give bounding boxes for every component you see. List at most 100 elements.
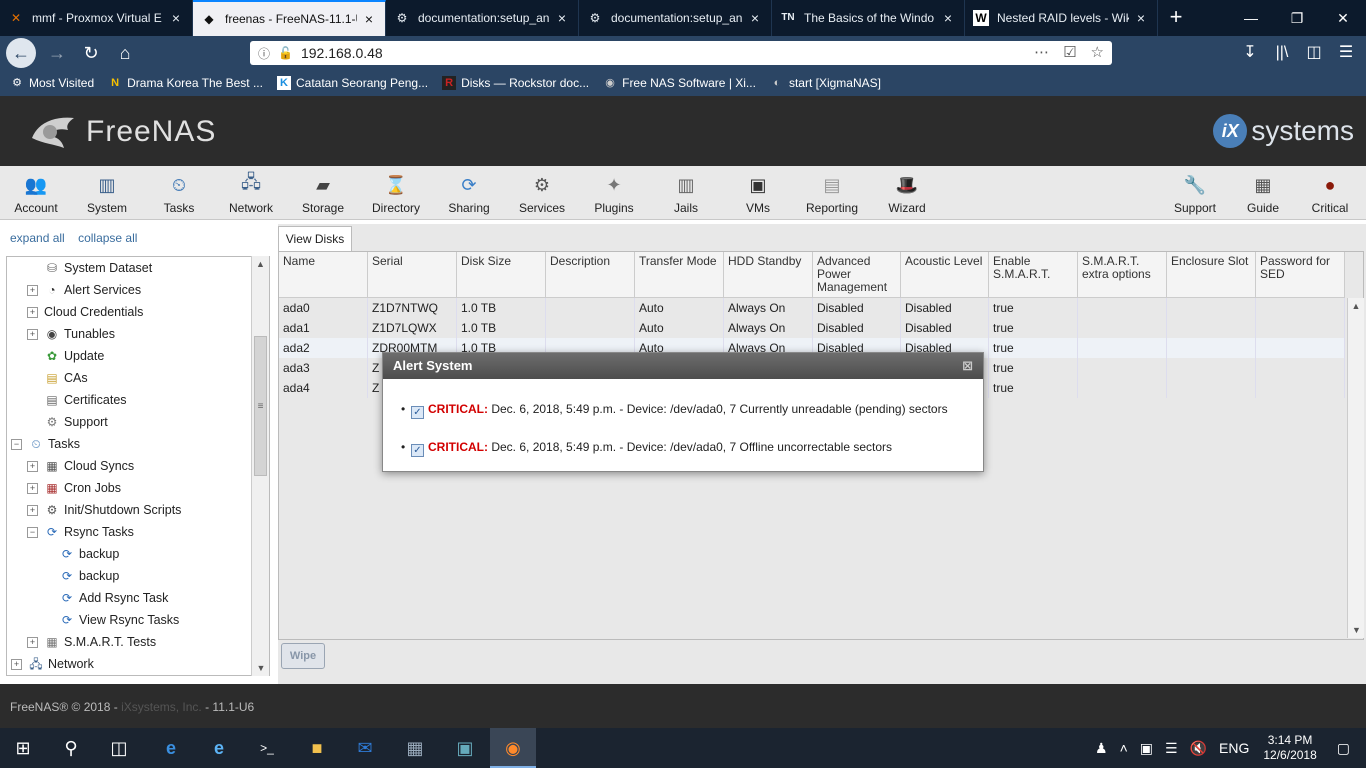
expand-icon[interactable]: + xyxy=(27,460,38,472)
toolbar-support-button[interactable]: 🔧 Support xyxy=(1159,172,1231,216)
bookmark-item[interactable]: R Disks — Rockstor doc... xyxy=(442,76,589,90)
insecure-lock-icon[interactable]: 🔓 xyxy=(278,46,293,60)
browser-tab[interactable]: ✕ mmf - Proxmox Virtual E × xyxy=(0,0,193,36)
tree-item[interactable]: − ⟳ Rsync Tasks xyxy=(27,521,134,543)
internet-explorer-icon[interactable]: e xyxy=(196,728,242,768)
pocket-icon[interactable]: ☑ xyxy=(1063,43,1076,61)
people-icon[interactable]: ♟ xyxy=(1095,740,1108,757)
browser-tab[interactable]: ⚙ documentation:setup_an × xyxy=(579,0,772,36)
restore-icon[interactable]: ❐ xyxy=(1274,0,1320,36)
grid-scrollbar[interactable]: ▲ ▼ xyxy=(1347,298,1364,638)
toolbar-tasks-button[interactable]: ⏲ Tasks xyxy=(143,172,215,216)
freenas-logo[interactable]: FreeNAS xyxy=(28,112,216,152)
expand-icon[interactable]: + xyxy=(27,328,38,340)
back-button[interactable]: ← xyxy=(6,38,36,68)
menu-icon[interactable]: ☰ xyxy=(1330,36,1362,70)
tree-item[interactable]: ⟳ Add Rsync Task xyxy=(59,587,168,609)
scroll-up-arrow[interactable]: ▲ xyxy=(1348,298,1364,314)
wipe-button[interactable]: Wipe xyxy=(281,643,325,669)
expand-icon[interactable]: + xyxy=(27,636,38,648)
tree-scrollbar[interactable]: ▲ ≡ ▼ xyxy=(251,256,269,676)
expand-icon[interactable]: + xyxy=(27,306,38,318)
close-icon[interactable]: ⊠ xyxy=(962,353,973,379)
file-explorer-icon[interactable]: ■ xyxy=(294,728,340,768)
tree-item[interactable]: + ▦ Cloud Syncs xyxy=(27,455,134,477)
tree-item[interactable]: + ◔ Alert Services xyxy=(27,279,141,301)
battery-icon[interactable]: ▣ xyxy=(1140,740,1153,757)
tree-item[interactable]: + ⚙ Init/Shutdown Scripts xyxy=(27,499,181,521)
network-app-icon[interactable]: ▦ xyxy=(392,728,438,768)
scroll-down-arrow[interactable]: ▼ xyxy=(1348,622,1365,638)
toolbar-vms-button[interactable]: ▣ VMs xyxy=(722,172,794,216)
column-header[interactable]: Enclosure Slot xyxy=(1167,252,1256,298)
close-tab-icon[interactable]: × xyxy=(747,10,763,26)
browser-tab[interactable]: ◆ freenas - FreeNAS-11.1-U × xyxy=(193,0,386,36)
column-header[interactable]: S.M.A.R.T. extra options xyxy=(1078,252,1167,298)
browser-tab[interactable]: ⚙ documentation:setup_an × xyxy=(386,0,579,36)
column-header[interactable]: Enable S.M.A.R.T. xyxy=(989,252,1078,298)
toolbar-storage-button[interactable]: ▰ Storage xyxy=(287,172,359,216)
bookmark-item[interactable]: ⚙ Most Visited xyxy=(10,76,94,90)
tree-item[interactable]: ▤ Certificates xyxy=(27,389,126,411)
minimize-icon[interactable]: — xyxy=(1228,0,1274,36)
url-bar[interactable]: ⓘ 🔓 192.168.0.48 ⋯ ☑ ☆ xyxy=(250,41,1112,65)
toolbar-services-button[interactable]: ⚙ Services xyxy=(506,172,578,216)
toolbar-plugins-button[interactable]: ✦ Plugins xyxy=(578,172,650,216)
tree-item[interactable]: ⛁ System Dataset xyxy=(27,257,152,279)
task-view-icon[interactable]: ◫ xyxy=(96,728,142,768)
column-header[interactable]: Advanced Power Management xyxy=(813,252,901,298)
wifi-icon[interactable]: ☰ xyxy=(1165,740,1178,757)
close-tab-icon[interactable]: × xyxy=(554,10,570,26)
scroll-down-arrow[interactable]: ▼ xyxy=(252,660,270,676)
command-prompt-icon[interactable]: >_ xyxy=(244,728,290,768)
outlook-icon[interactable]: ✉ xyxy=(342,728,388,768)
bookmark-item[interactable]: ◉ Free NAS Software | Xi... xyxy=(603,76,756,90)
home-button[interactable]: ⌂ xyxy=(108,36,142,70)
scroll-up-arrow[interactable]: ▲ xyxy=(252,256,269,272)
browser-tab[interactable]: W Nested RAID levels - Wiki × xyxy=(965,0,1158,36)
download-icon[interactable]: ↧ xyxy=(1234,36,1266,70)
tree-item[interactable]: + ▦ Cron Jobs xyxy=(27,477,121,499)
close-tab-icon[interactable]: × xyxy=(361,11,377,27)
alert-dialog-titlebar[interactable]: Alert System ⊠ xyxy=(383,353,983,379)
close-tab-icon[interactable]: × xyxy=(940,10,956,26)
language-indicator[interactable]: ENG xyxy=(1219,740,1249,756)
bookmark-star-icon[interactable]: ☆ xyxy=(1091,43,1104,61)
toolbar-critical-button[interactable]: ● Critical xyxy=(1294,172,1366,216)
url-text[interactable]: 192.168.0.48 xyxy=(301,45,383,61)
tree-item[interactable]: + ◉ Tunables xyxy=(27,323,115,345)
dismiss-checkbox[interactable]: ✓ xyxy=(411,444,424,457)
tree-item[interactable]: ⟳ backup xyxy=(59,565,119,587)
expand-icon[interactable]: + xyxy=(27,504,38,516)
table-row[interactable]: ada0 Z1D7NTWQ 1.0 TB Auto Always On Disabled D… xyxy=(279,298,1345,318)
dismiss-checkbox[interactable]: ✓ xyxy=(411,406,424,419)
column-header[interactable]: Description xyxy=(546,252,635,298)
toolbar-sharing-button[interactable]: ⟳ Sharing xyxy=(433,172,505,216)
column-header[interactable]: Password for SED xyxy=(1256,252,1345,298)
close-window-icon[interactable]: ✕ xyxy=(1320,0,1366,36)
scroll-thumb[interactable]: ≡ xyxy=(254,336,267,476)
vendor-link[interactable]: iXsystems, Inc. xyxy=(121,700,202,714)
toolbar-reporting-button[interactable]: ▤ Reporting xyxy=(796,172,868,216)
collapse-icon[interactable]: − xyxy=(11,438,22,450)
column-header[interactable]: Serial xyxy=(368,252,457,298)
collapse-all-link[interactable]: collapse all xyxy=(78,231,137,245)
close-tab-icon[interactable]: × xyxy=(168,10,184,26)
expand-icon[interactable]: + xyxy=(27,284,38,296)
toolbar-guide-button[interactable]: ▦ Guide xyxy=(1227,172,1299,216)
page-actions-icon[interactable]: ⋯ xyxy=(1034,43,1049,61)
reload-button[interactable]: ↻ xyxy=(74,36,108,70)
tree-item[interactable]: ▤ CAs xyxy=(27,367,87,389)
control-panel-icon[interactable]: ▣ xyxy=(442,728,488,768)
tree-item[interactable]: − ⏲ Tasks xyxy=(11,433,80,455)
chevron-up-icon[interactable]: ˄ xyxy=(1120,740,1128,756)
expand-icon[interactable]: + xyxy=(11,658,22,670)
toolbar-jails-button[interactable]: ▥ Jails xyxy=(650,172,722,216)
toolbar-wizard-button[interactable]: 🎩 Wizard xyxy=(871,172,943,216)
windows-start-icon[interactable]: ⊞ xyxy=(0,728,46,768)
column-header[interactable]: HDD Standby xyxy=(724,252,813,298)
bookmark-item[interactable]: N Drama Korea The Best ... xyxy=(108,76,263,90)
tree-item[interactable]: ⚙ Support xyxy=(27,411,108,433)
new-tab-button[interactable]: + xyxy=(1158,0,1194,36)
expand-all-link[interactable]: expand all xyxy=(10,231,65,245)
